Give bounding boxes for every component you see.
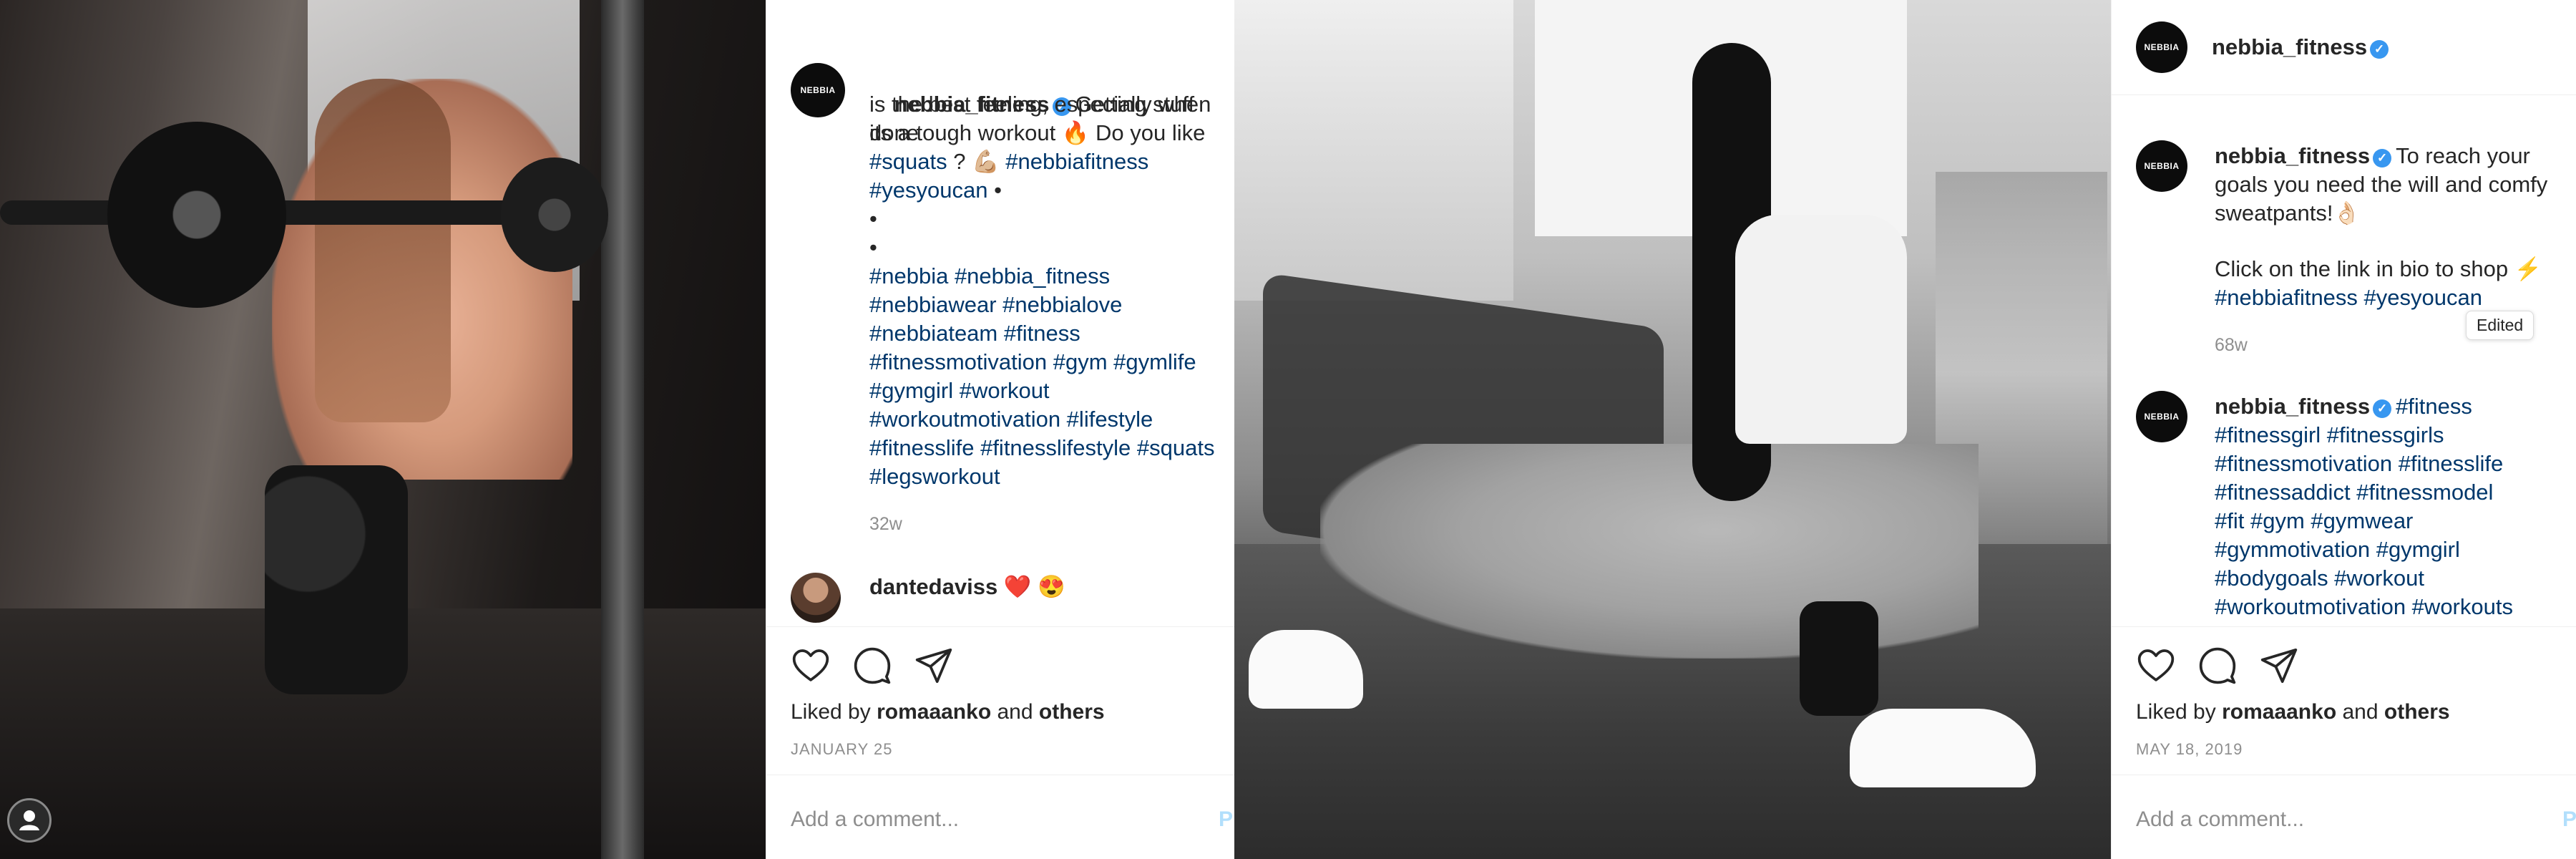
post-date[interactable]: MAY 18, 2019: [2136, 740, 2243, 759]
post-photo-squat[interactable]: [0, 0, 766, 859]
logo-text: NEBBIA: [2144, 412, 2180, 422]
photo-dumbbell: [1800, 601, 1878, 716]
comment-icon[interactable]: [2197, 646, 2238, 686]
photo-athlete-top: [1735, 215, 1907, 444]
comment-icon[interactable]: [852, 646, 892, 686]
hashtag-line[interactable]: #nebbiateam #fitness: [869, 319, 1080, 348]
comments-panel-right: NEBBIA nebbia_fitness ✓ NEBBIA nebbia_fit…: [2111, 0, 2576, 859]
caption-line-4: #squats ? 💪🏼 #nebbiafitness: [869, 147, 1148, 176]
logo-text: NEBBIA: [2144, 42, 2180, 52]
comment-item: dantedaviss ❤️ 😍: [869, 573, 1065, 601]
hashtag-link[interactable]: #squats: [869, 149, 947, 174]
logo-text: NEBBIA: [800, 85, 836, 95]
caption-line-3: sweatpants!👌🏻: [2215, 200, 2361, 225]
caption-timestamp[interactable]: 32w: [869, 514, 902, 535]
caption-line-3: its a tough workout 🔥 Do you like: [869, 120, 1206, 145]
caption-line-2: is the best feeling, especially when: [869, 92, 1211, 117]
header-username[interactable]: nebbia_fitness: [2212, 34, 2367, 59]
hashtag-line[interactable]: #fitnessaddict #fitnessmodel: [2215, 478, 2493, 507]
comment-username[interactable]: nebbia_fitness: [2215, 394, 2370, 419]
hashtag-line[interactable]: #fit #gym #gymwear: [2215, 507, 2413, 535]
commenter-avatar[interactable]: [791, 573, 841, 623]
hashtag-link[interactable]: #fitness: [2396, 394, 2472, 419]
divider: [2112, 626, 2576, 627]
logo-text: NEBBIA: [2144, 161, 2180, 171]
photo-weight-plate-small: [501, 157, 608, 272]
paper-plane-icon[interactable]: [2259, 646, 2299, 686]
caption-bullet-line: •: [869, 235, 877, 260]
liked-by-others[interactable]: others: [1039, 700, 1105, 724]
hashtag-line[interactable]: #legsworkout: [869, 462, 1000, 491]
nebbia-avatar[interactable]: NEBBIA: [791, 63, 845, 117]
verified-badge-icon: ✓: [2373, 149, 2392, 168]
heart-icon[interactable]: [791, 646, 831, 686]
hashtag-line[interactable]: #nebbiafitness #yesyoucan: [2215, 283, 2482, 312]
heart-icon[interactable]: [2136, 646, 2176, 686]
nebbia-avatar[interactable]: NEBBIA: [2136, 140, 2187, 192]
liked-by-mid: and: [991, 700, 1039, 724]
photo-barbell: [0, 200, 587, 225]
liked-by-prefix: Liked by: [2136, 700, 2223, 724]
liked-by-summary: Liked by romaaanko and others: [791, 700, 1105, 724]
hashtag-line[interactable]: #workoutmotivation #lifestyle: [869, 405, 1153, 434]
photo-athlete-leg: [265, 465, 408, 694]
caption-line-5: #yesyoucan •: [869, 176, 1002, 205]
photo-athlete-hair: [315, 79, 451, 422]
liked-by-others[interactable]: others: [2384, 700, 2450, 724]
add-comment-input[interactable]: Add a comment...: [791, 807, 959, 832]
hashtag-line[interactable]: #gymgirl #workout: [869, 377, 1050, 405]
person-icon[interactable]: [7, 798, 52, 843]
hashtag-line[interactable]: #fitnessmotivation #fitnesslife: [2215, 450, 2503, 478]
photo-weight-plate: [107, 122, 286, 308]
comments-panel-left: NEBBIA nebbia_fitness ✓ Getting stuff done…: [766, 0, 1234, 859]
liked-by-mid: and: [2336, 700, 2384, 724]
caption-bullet: •: [987, 178, 1002, 203]
verified-badge-icon: ✓: [2373, 399, 2392, 418]
caption-bullet-line: •: [869, 206, 877, 231]
divider: [766, 626, 1234, 627]
post-button[interactable]: P: [2562, 807, 2576, 832]
post-date[interactable]: JANUARY 25: [791, 740, 892, 759]
hashtag-link[interactable]: #yesyoucan: [869, 178, 987, 203]
liked-by-user[interactable]: romaaanko: [877, 700, 991, 724]
edited-tooltip: Edited: [2466, 311, 2534, 340]
divider: [2112, 94, 2576, 95]
hashtag-line[interactable]: #fitnesslife #fitnesslifestyle #squats: [869, 434, 1214, 462]
photo-shoe-back: [1249, 630, 1363, 709]
photo-window-left: [1234, 0, 1513, 301]
hashtag-line[interactable]: #nebbiawear #nebbialove: [869, 291, 1122, 319]
hashtag-line[interactable]: #nebbia #nebbia_fitness: [869, 262, 1110, 291]
add-comment-input[interactable]: Add a comment...: [2136, 807, 2304, 832]
photo-athlete-pants: [1320, 444, 1979, 659]
verified-badge-icon: ✓: [2370, 40, 2389, 59]
comment-text: ❤️ 😍: [997, 574, 1065, 599]
hashtag-link[interactable]: #nebbiafitness: [1005, 149, 1148, 174]
post-photo-lunge[interactable]: [1234, 0, 2111, 859]
hashtag-line[interactable]: #fitnessgirl #fitnessgirls: [2215, 421, 2444, 450]
photo-shoe-front: [1850, 709, 2036, 787]
hashtag-line[interactable]: #bodygoals #workout: [2215, 564, 2424, 593]
caption-text: ? 💪🏼: [947, 149, 1006, 174]
liked-by-summary: Liked by romaaanko and others: [2136, 700, 2450, 724]
hashtag-line[interactable]: #fitnessmotivation #gym #gymlife: [869, 348, 1196, 377]
post-button[interactable]: P: [1219, 807, 1233, 832]
photo-squat-rack: [601, 0, 644, 859]
caption-username[interactable]: nebbia_fitness: [2215, 143, 2370, 168]
hashtag-line[interactable]: #gymmotivation #gymgirl: [2215, 535, 2460, 564]
liked-by-prefix: Liked by: [791, 700, 877, 724]
comment-item: nebbia_fitness ✓ #fitness: [2215, 392, 2472, 421]
post-caption: nebbia_fitness ✓ To reach your: [2215, 142, 2530, 170]
hashtag-line[interactable]: #workoutmotivation #workouts: [2215, 593, 2513, 621]
post-header: nebbia_fitness ✓: [2212, 33, 2393, 62]
caption-line-4: Click on the link in bio to shop ⚡: [2215, 256, 2542, 281]
paper-plane-icon[interactable]: [914, 646, 954, 686]
nebbia-avatar[interactable]: NEBBIA: [2136, 391, 2187, 442]
comment-username[interactable]: dantedaviss: [869, 574, 997, 599]
caption-timestamp[interactable]: 68w: [2215, 335, 2248, 356]
nebbia-avatar[interactable]: NEBBIA: [2136, 21, 2187, 73]
liked-by-user[interactable]: romaaanko: [2222, 700, 2336, 724]
caption-line-1: To reach your: [2396, 143, 2530, 168]
caption-line-2: goals you need the will and comfy: [2215, 172, 2548, 197]
